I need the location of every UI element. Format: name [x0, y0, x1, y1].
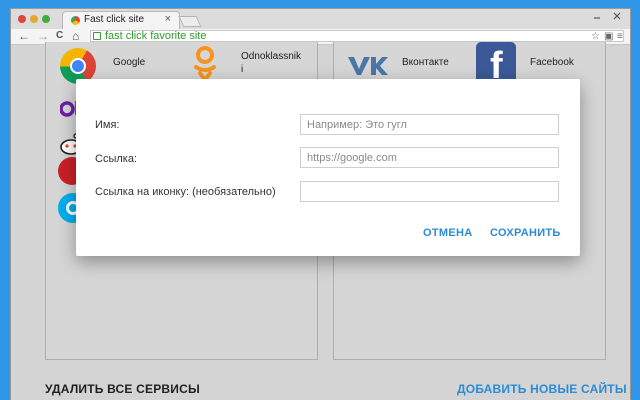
service-label-odnoklassniki[interactable]: Odnoklassnik i	[241, 50, 301, 76]
name-input[interactable]	[300, 114, 559, 135]
name-label: Имя:	[95, 119, 120, 131]
add-service-dialog: Имя: Ссылка: Ссылка на иконку: (необязат…	[76, 79, 580, 256]
add-new-sites-button[interactable]: ДОБАВИТЬ НОВЫЕ САЙТЫ	[457, 382, 627, 396]
cancel-button[interactable]: ОТМЕНА	[423, 227, 472, 239]
tab-strip: Fast click site ×	[11, 9, 630, 29]
service-label-google[interactable]: Google	[113, 56, 145, 69]
browser-tab[interactable]: Fast click site ×	[62, 11, 180, 29]
link-input[interactable]	[300, 147, 559, 168]
window-minimize-icon[interactable]	[593, 12, 601, 22]
save-button[interactable]: СОХРАНИТЬ	[490, 227, 561, 239]
back-button[interactable]: ←	[18, 28, 30, 44]
chrome-center-icon	[70, 58, 86, 74]
tab-title: Fast click site	[84, 14, 145, 25]
address-bar[interactable]: fast click favorite site ☆ ▣ ≡	[90, 30, 624, 42]
maximize-window-button[interactable]	[42, 15, 50, 23]
address-text: fast click favorite site	[105, 30, 207, 42]
close-window-button[interactable]	[18, 15, 26, 23]
icon-url-input[interactable]	[300, 181, 559, 202]
service-label-facebook[interactable]: Facebook	[530, 56, 574, 69]
link-label: Ссылка:	[95, 153, 137, 165]
icon-url-label: Ссылка на иконку: (необязательно)	[95, 186, 276, 198]
service-label-vkontakte[interactable]: Вконтакте	[402, 56, 449, 69]
window-close-icon[interactable]	[613, 12, 621, 22]
menu-icon[interactable]: ≡	[617, 31, 623, 43]
new-tab-button[interactable]	[178, 16, 202, 27]
chrome-favicon-icon	[71, 16, 80, 25]
lock-icon	[93, 32, 101, 40]
delete-all-services-button[interactable]: УДАЛИТЬ ВСЕ СЕРВИСЫ	[45, 382, 200, 396]
minimize-window-button[interactable]	[30, 15, 38, 23]
tab-close-icon[interactable]: ×	[165, 13, 171, 25]
facebook-icon[interactable]: f	[476, 42, 516, 84]
vk-icon[interactable]	[346, 54, 388, 78]
